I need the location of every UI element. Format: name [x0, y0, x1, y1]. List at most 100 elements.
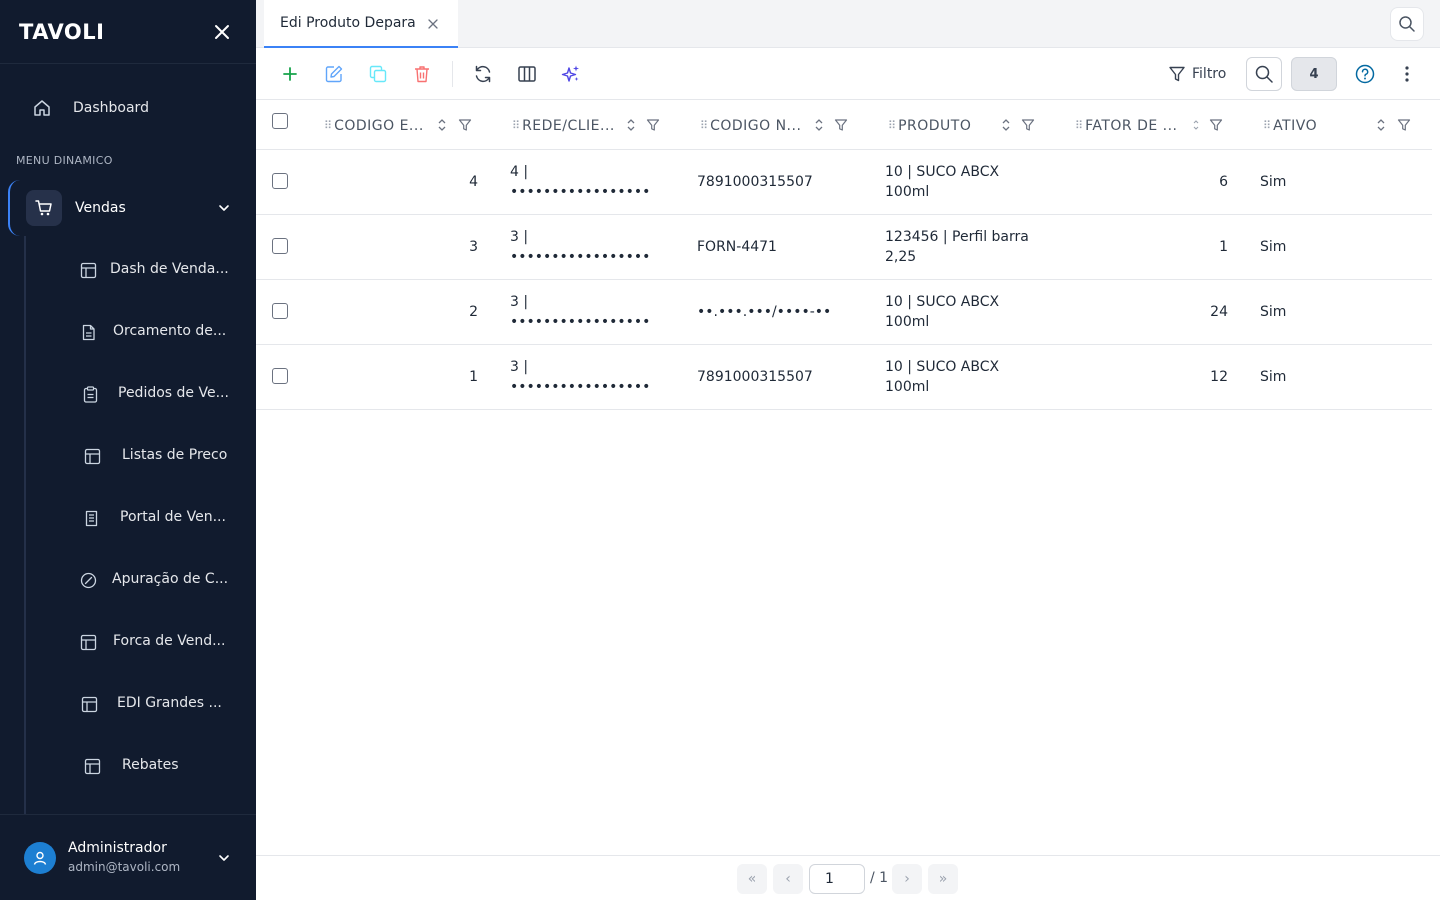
- columns-button[interactable]: [515, 62, 539, 86]
- cell-rede-cliente-masked: •••••••••••••••••: [510, 184, 651, 200]
- table-row[interactable]: 2 3 | ••••••••••••••••• ••.•••.•••/••••-…: [256, 280, 1432, 345]
- layout-icon: [82, 446, 102, 466]
- first-page-button[interactable]: «: [737, 864, 767, 894]
- toolbar-divider: [452, 61, 453, 87]
- column-filter-icon[interactable]: [1209, 117, 1223, 133]
- sort-icon[interactable]: [813, 118, 825, 132]
- filter-button[interactable]: Filtro: [1168, 62, 1226, 86]
- more-options-button[interactable]: [1398, 62, 1416, 86]
- column-filter-icon[interactable]: [1397, 117, 1411, 133]
- cell-rede-cliente-masked: •••••••••••••••••: [510, 379, 651, 395]
- cell-rede-cliente: 3 |: [510, 359, 529, 375]
- sidebar-subitem-label: Rebates: [122, 757, 179, 773]
- sort-icon[interactable]: [1000, 118, 1012, 132]
- table-row[interactable]: 3 3 | ••••••••••••••••• FORN-4471 123456…: [256, 215, 1432, 280]
- row-checkbox[interactable]: [272, 238, 288, 254]
- cell-produto: 10 | SUCO ABCX: [885, 294, 1000, 310]
- cell-produto-detail: 100ml: [885, 314, 930, 330]
- column-header-rede-cliente[interactable]: ⠿ REDE/CLIE...: [512, 101, 615, 150]
- drag-handle-icon[interactable]: ⠿: [700, 119, 708, 132]
- close-icon: [428, 19, 438, 29]
- edit-button[interactable]: [322, 62, 346, 86]
- sidebar-subitem-pedidos[interactable]: Pedidos de Ve...: [0, 363, 256, 425]
- layout-icon: [79, 694, 99, 714]
- delete-button[interactable]: [410, 62, 434, 86]
- column-filter-icon[interactable]: [1021, 117, 1035, 133]
- cell-rede-cliente-masked: •••••••••••••••••: [510, 314, 651, 330]
- sort-icon[interactable]: [1375, 118, 1387, 132]
- sort-icon[interactable]: [625, 118, 637, 132]
- chevron-down-icon[interactable]: [214, 848, 234, 868]
- help-button[interactable]: [1353, 62, 1377, 86]
- cell-fator: 6: [1219, 174, 1228, 190]
- row-checkbox[interactable]: [272, 303, 288, 319]
- drag-handle-icon[interactable]: ⠿: [324, 119, 332, 132]
- sidebar-subitem-label: Pedidos de Ve...: [118, 385, 229, 401]
- sidebar-subitem-rebates[interactable]: Rebates: [0, 735, 256, 797]
- column-header-ativo[interactable]: ⠿ ATIVO: [1263, 101, 1317, 150]
- cell-produto: 10 | SUCO ABCX: [885, 359, 1000, 375]
- global-search-button[interactable]: [1390, 7, 1424, 41]
- sidebar-subitem-forca-vendas[interactable]: Forca de Vend...: [0, 611, 256, 673]
- column-label: CODIGO N...: [710, 117, 802, 134]
- cell-codigo: 2: [469, 304, 478, 320]
- search-icon: [1399, 16, 1415, 32]
- column-header-codigo-n[interactable]: ⠿ CODIGO N...: [700, 101, 801, 150]
- close-sidebar-button[interactable]: [212, 22, 232, 42]
- sort-icon[interactable]: [1190, 118, 1202, 132]
- page-number-input[interactable]: 1: [809, 864, 865, 894]
- cell-rede-cliente: 3 |: [510, 229, 529, 245]
- cell-codigo: 3: [469, 239, 478, 255]
- sidebar-group-vendas[interactable]: Vendas: [8, 180, 248, 236]
- close-tab-button[interactable]: [426, 17, 440, 31]
- sidebar-subitem-apuracao[interactable]: Apuração de C...: [0, 549, 256, 611]
- sort-icon[interactable]: [436, 118, 448, 132]
- table-search-button[interactable]: [1246, 57, 1282, 91]
- next-page-button[interactable]: ›: [892, 864, 922, 894]
- select-all-checkbox[interactable]: [272, 113, 288, 129]
- drag-handle-icon[interactable]: ⠿: [1075, 119, 1083, 132]
- sidebar-item-dashboard[interactable]: Dashboard: [24, 84, 240, 132]
- last-page-button[interactable]: »: [928, 864, 958, 894]
- ai-assistant-button[interactable]: [559, 62, 583, 86]
- column-filter-icon[interactable]: [646, 117, 660, 133]
- drag-handle-icon[interactable]: ⠿: [512, 119, 520, 132]
- row-checkbox[interactable]: [272, 368, 288, 384]
- table-row[interactable]: 4 4 | ••••••••••••••••• 7891000315507 10…: [256, 150, 1432, 215]
- cell-produto: 123456 | Perfil barra: [885, 229, 1029, 245]
- refresh-button[interactable]: [471, 62, 495, 86]
- column-header-fator[interactable]: ⠿ FATOR DE ...: [1075, 101, 1178, 150]
- clipboard-icon: [80, 384, 100, 404]
- prev-page-button[interactable]: ‹: [773, 864, 803, 894]
- row-checkbox[interactable]: [272, 173, 288, 189]
- drag-handle-icon[interactable]: ⠿: [1263, 119, 1271, 132]
- duplicate-button[interactable]: [366, 62, 390, 86]
- column-filter-icon[interactable]: [834, 117, 848, 133]
- column-header-produto[interactable]: ⠿ PRODUTO: [888, 101, 971, 150]
- tab-edi-produto-depara[interactable]: Edi Produto Depara: [264, 0, 458, 48]
- layout-icon: [82, 756, 102, 776]
- sidebar-subitem-edi-grandes[interactable]: EDI Grandes ...: [0, 673, 256, 735]
- table-header: ⠿ CODIGO E... ⠿ REDE/CLIE... ⠿ CODIGO N.…: [256, 101, 1432, 150]
- column-header-codigo[interactable]: ⠿ CODIGO E...: [324, 101, 424, 150]
- layout-icon: [78, 260, 98, 280]
- user-email: admin@tavoli.com: [68, 860, 181, 874]
- cell-rede-cliente: 4 |: [510, 164, 529, 180]
- data-table: ⠿ CODIGO E... ⠿ REDE/CLIE... ⠿ CODIGO N.…: [256, 101, 1432, 410]
- user-menu[interactable]: Administrador admin@tavoli.com: [0, 814, 256, 900]
- column-filter-icon[interactable]: [458, 117, 472, 133]
- chevron-down-icon: [214, 201, 234, 215]
- cell-produto: 10 | SUCO ABCX: [885, 164, 1000, 180]
- sidebar-subitem-portal-vendas[interactable]: Portal de Ven...: [0, 487, 256, 549]
- add-button[interactable]: [278, 62, 302, 86]
- table-row[interactable]: 1 3 | ••••••••••••••••• 7891000315507 10…: [256, 345, 1432, 410]
- sidebar-subitem-dash-vendas[interactable]: Dash de Venda...: [0, 239, 256, 301]
- sidebar-subitem-listas-preco[interactable]: Listas de Preco: [0, 425, 256, 487]
- column-label: FATOR DE ...: [1085, 117, 1178, 134]
- edit-icon: [325, 65, 343, 83]
- cell-ativo: Sim: [1260, 304, 1287, 320]
- column-label: CODIGO E...: [334, 117, 424, 134]
- sidebar-subitem-orcamento[interactable]: Orcamento de...: [0, 301, 256, 363]
- sidebar-subitem-label: Forca de Vend...: [113, 633, 226, 649]
- drag-handle-icon[interactable]: ⠿: [888, 119, 896, 132]
